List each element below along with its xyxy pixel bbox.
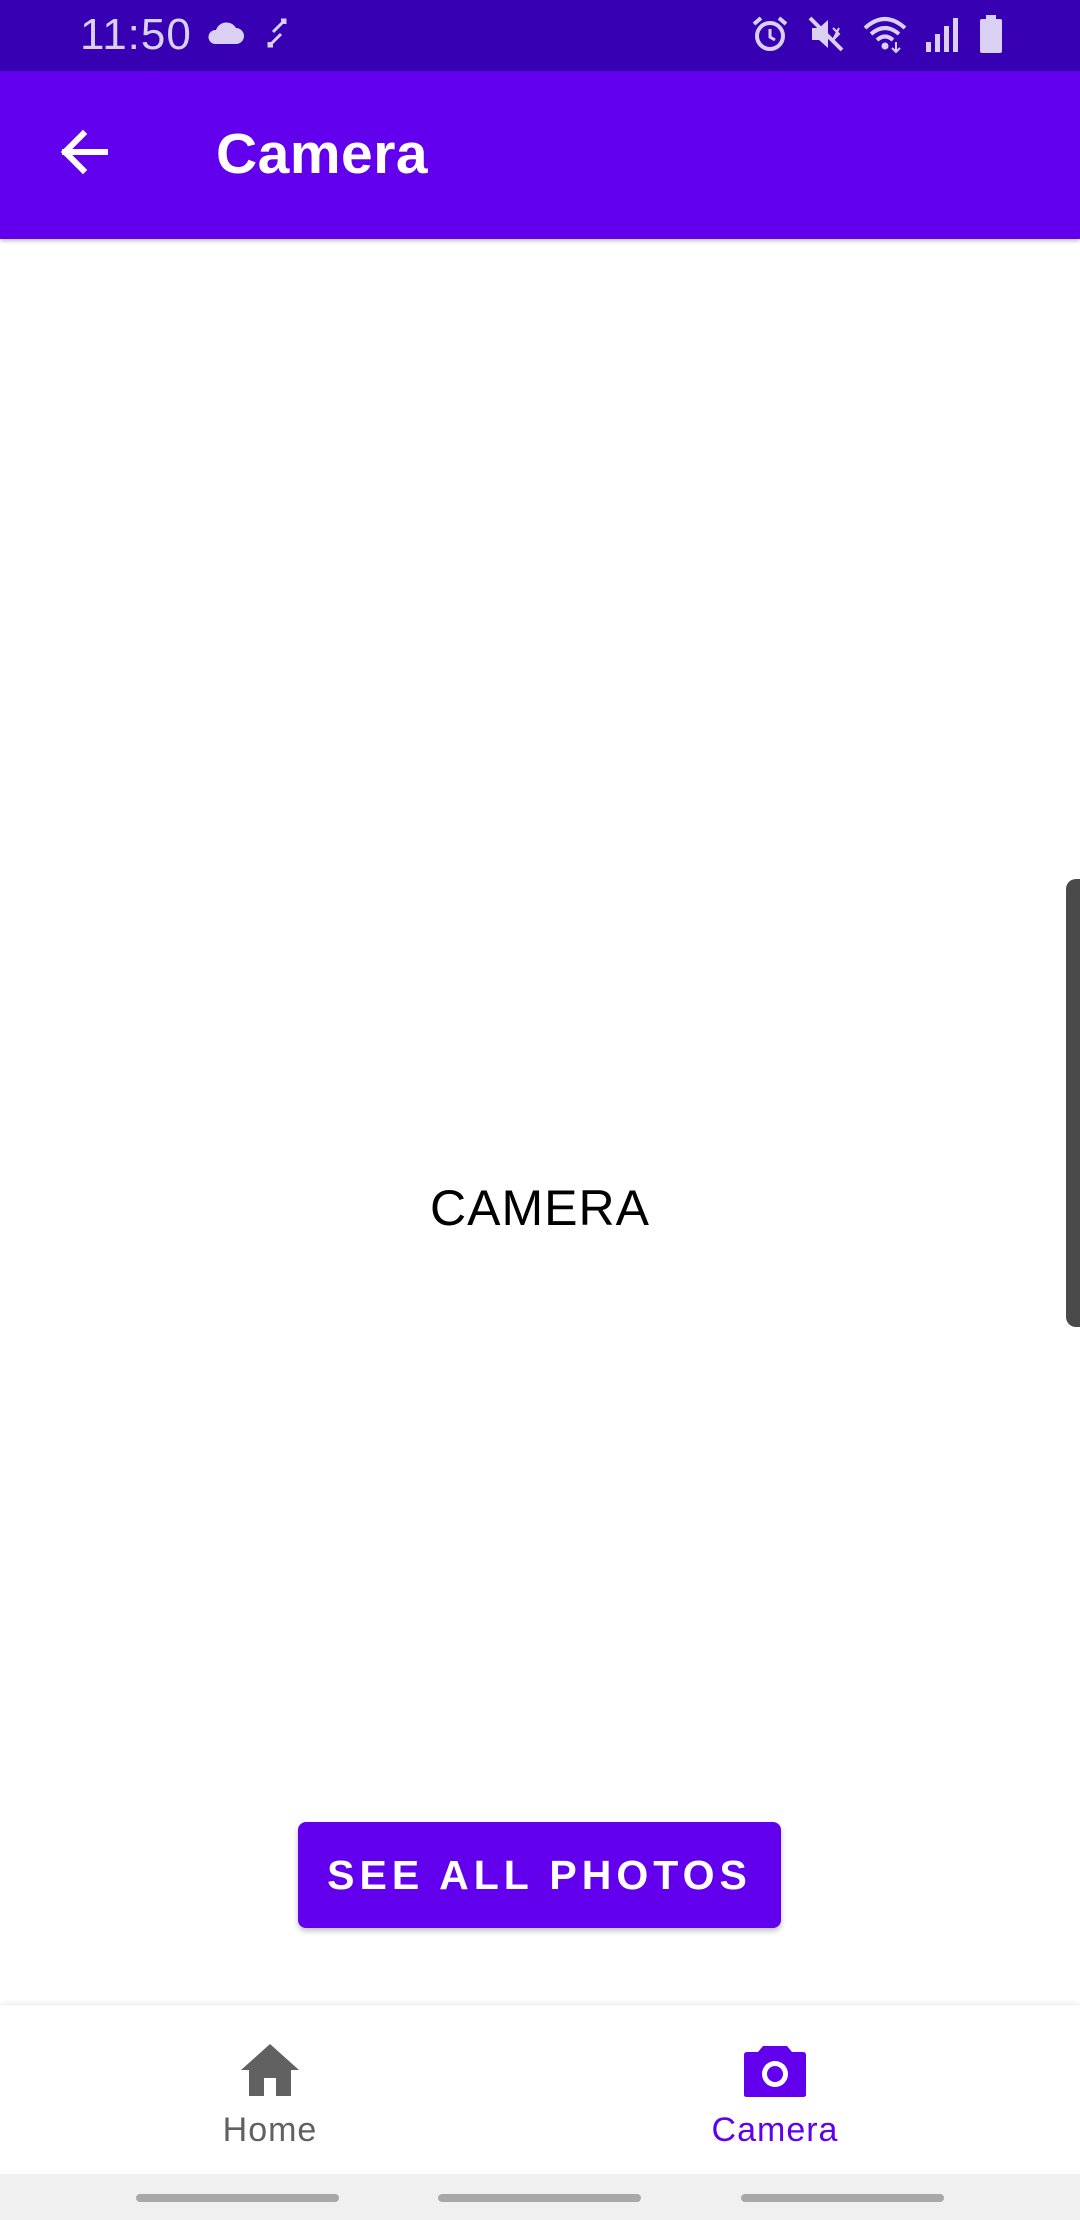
- status-bar: 11:50: [0, 0, 1080, 71]
- system-navigation-bar: [0, 2174, 1080, 2220]
- app-bar: Camera: [0, 71, 1080, 239]
- camera-icon: [742, 2037, 808, 2103]
- status-time: 11:50: [80, 10, 192, 59]
- arrow-back-icon: [55, 124, 111, 185]
- mute-icon: [806, 14, 846, 59]
- sync-arrows-icon: [267, 18, 287, 53]
- status-right-icons: [750, 14, 1004, 59]
- signal-icon: [924, 14, 962, 59]
- see-all-photos-button[interactable]: SEE ALL PHOTOS: [298, 1822, 781, 1928]
- edge-panel-handle[interactable]: [1066, 879, 1080, 1327]
- nav-item-camera[interactable]: Camera: [505, 2005, 1045, 2175]
- camera-placeholder-label: CAMERA: [430, 1180, 650, 1236]
- page-title: Camera: [216, 122, 429, 186]
- main-content: CAMERA: [0, 239, 1080, 2004]
- nav-item-home[interactable]: Home: [0, 2005, 540, 2175]
- bottom-navigation: Home Camera: [0, 2004, 1080, 2174]
- status-left-icons: [205, 18, 287, 53]
- wifi-icon: [862, 14, 908, 59]
- nav-label-home: Home: [222, 2111, 318, 2149]
- cloud-icon: [205, 20, 245, 51]
- nav-label-camera: Camera: [711, 2111, 839, 2149]
- alarm-icon: [750, 14, 790, 59]
- home-icon: [237, 2037, 303, 2103]
- back-button[interactable]: [40, 111, 126, 197]
- screen: 11:50 Camera CAMERA SEE ALL PHOTOS Home …: [0, 0, 1080, 2220]
- home-pill[interactable]: [438, 2194, 641, 2202]
- back-pill[interactable]: [741, 2194, 944, 2202]
- battery-icon: [978, 14, 1004, 59]
- recent-apps-pill[interactable]: [136, 2194, 339, 2202]
